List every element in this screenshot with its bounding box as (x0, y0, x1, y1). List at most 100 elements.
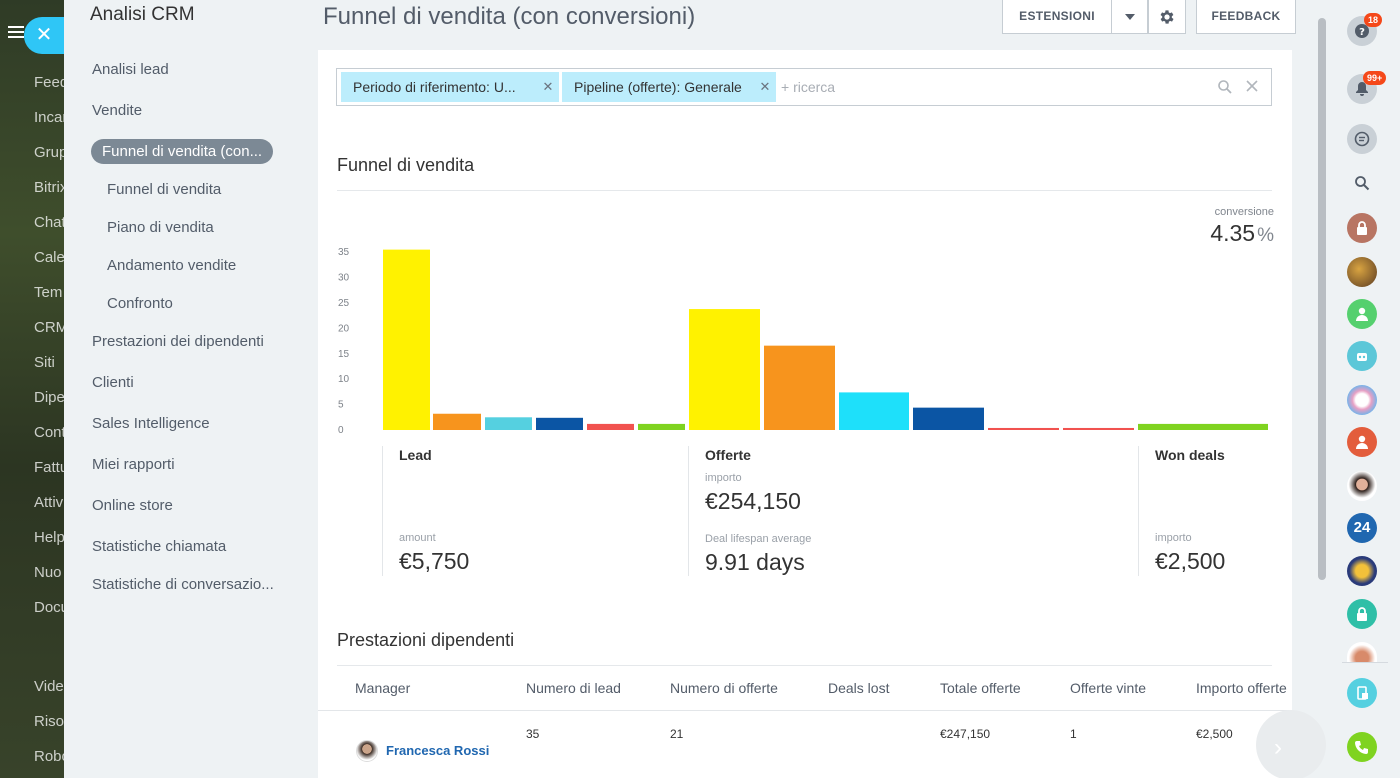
avatar[interactable] (1347, 642, 1377, 662)
group-chat-avatar[interactable] (1347, 385, 1377, 415)
funnel-bar[interactable] (1063, 427, 1134, 430)
gear-icon (1160, 10, 1174, 24)
menu-icon[interactable] (8, 26, 24, 38)
telephony-button[interactable] (1347, 678, 1377, 708)
bg-nav-item[interactable]: Grup (34, 144, 67, 161)
close-slider-button[interactable]: ✕ (24, 17, 64, 54)
bg-nav-item[interactable]: Dipe (34, 389, 65, 406)
metric-label: importo (1155, 532, 1192, 544)
lock-chat-button[interactable] (1347, 213, 1377, 243)
bg-nav-item[interactable]: Attiv (34, 494, 63, 511)
feedback-button[interactable]: FEEDBACK (1196, 0, 1296, 34)
menu-item-sales-trend[interactable]: Andamento vendite (107, 257, 236, 274)
bg-nav-item[interactable]: Nuo (34, 564, 62, 581)
bg-nav-item[interactable]: Tem (34, 284, 62, 301)
filter-chip-label: Periodo di riferimento: U... (353, 79, 516, 95)
clear-icon[interactable] (1245, 79, 1259, 93)
scroll-right-button[interactable]: › (1256, 710, 1326, 778)
manager-link[interactable]: Francesca Rossi (386, 743, 489, 758)
y-tick-label: 20 (338, 323, 350, 334)
column-header[interactable]: Deals lost (828, 680, 889, 696)
chat-button[interactable] (1347, 124, 1377, 154)
filter-chip-period[interactable]: Periodo di riferimento: U... ✕ (341, 72, 559, 102)
conversion-label: conversione (1214, 206, 1274, 218)
call-button[interactable] (1347, 732, 1377, 762)
menu-item-sales-funnel[interactable]: Funnel di vendita (107, 181, 221, 198)
group-chat-avatar[interactable] (1347, 341, 1377, 371)
report-card: Periodo di riferimento: U... ✕ Pipeline … (318, 50, 1326, 778)
lock-icon (1357, 607, 1367, 621)
funnel-bar[interactable] (433, 413, 481, 430)
settings-button[interactable] (1148, 0, 1186, 34)
column-header[interactable]: Manager (355, 680, 410, 696)
cell-offers[interactable]: 21 (670, 727, 683, 741)
menu-item-call-stats[interactable]: Statistiche chiamata (92, 538, 226, 555)
search-icon[interactable] (1217, 79, 1233, 95)
user-chat-button[interactable] (1347, 299, 1377, 329)
filter-chip-pipeline[interactable]: Pipeline (offerte): Generale ✕ (562, 72, 776, 102)
menu-item-sales[interactable]: Vendite (92, 102, 142, 119)
funnel-title: Funnel di vendita (337, 155, 475, 175)
close-icon[interactable]: ✕ (758, 72, 772, 102)
column-header[interactable]: Totale offerte (940, 680, 1021, 696)
menu-title: Analisi CRM (90, 4, 195, 25)
column-header[interactable]: Numero di lead (526, 680, 621, 696)
menu-item-lead-analytics[interactable]: Analisi lead (92, 61, 169, 78)
bitrix24-button[interactable]: 24 (1347, 513, 1377, 543)
metric-value: €254,150 (705, 488, 801, 514)
notifications-button[interactable]: 99+ (1347, 71, 1387, 104)
extensions-button[interactable]: ESTENSIONI (1002, 0, 1112, 34)
y-tick-label: 25 (338, 298, 350, 309)
funnel-bar[interactable] (913, 407, 984, 430)
menu-item-my-reports[interactable]: Miei rapporti (92, 456, 175, 473)
bg-nav-item[interactable]: Cont (34, 424, 66, 441)
notifications-badge: 99+ (1363, 71, 1387, 85)
menu-item-sales-intelligence[interactable]: Sales Intelligence (92, 415, 210, 432)
funnel-bar[interactable] (689, 309, 760, 430)
funnel-bar[interactable] (536, 417, 583, 430)
column-header[interactable]: Numero di offerte (670, 680, 778, 696)
column-header[interactable]: Importo offerte (1196, 680, 1287, 696)
user-chat-button[interactable] (1347, 427, 1377, 457)
bg-nav-item[interactable]: Bitrix (34, 179, 67, 196)
bg-nav-item[interactable]: Siti (34, 354, 55, 371)
stage-offers: Offerte importo €254,150 Deal lifespan a… (688, 446, 1138, 576)
bg-nav-item[interactable]: Vide (34, 678, 64, 695)
menu-item-employee-performance[interactable]: Prestazioni dei dipendenti (92, 333, 264, 350)
column-header[interactable]: Offerte vinte (1070, 680, 1146, 696)
search-button[interactable] (1347, 168, 1377, 198)
funnel-bar[interactable] (587, 423, 634, 430)
bg-nav-item[interactable]: Incar (34, 109, 67, 126)
cell-leads[interactable]: 35 (526, 727, 539, 741)
scrollbar[interactable] (1318, 18, 1326, 580)
funnel-bar[interactable] (988, 427, 1059, 430)
funnel-bar[interactable] (383, 249, 430, 430)
funnel-bar[interactable] (638, 423, 685, 430)
avatar[interactable] (1347, 257, 1377, 287)
funnel-bar[interactable] (1138, 423, 1268, 430)
funnel-bar[interactable] (764, 345, 835, 430)
extensions-dropdown-button[interactable] (1111, 0, 1148, 34)
menu-item-online-store[interactable]: Online store (92, 497, 173, 514)
user-icon (1356, 435, 1368, 449)
menu-item-conversation-stats[interactable]: Statistiche di conversazio... (92, 576, 274, 593)
search-input[interactable]: + ricerca (781, 79, 835, 95)
menu-item-funnel-conversions[interactable]: Funnel di vendita (con... (91, 139, 274, 164)
close-icon[interactable]: ✕ (541, 72, 555, 102)
cell-won[interactable]: 1 (1070, 727, 1077, 741)
menu-item-sales-plan[interactable]: Piano di vendita (107, 219, 214, 236)
help-button[interactable]: ? 18 (1347, 13, 1383, 46)
funnel-bar[interactable] (485, 417, 532, 430)
menu-item-compare[interactable]: Confronto (107, 295, 173, 312)
avatar[interactable] (1347, 471, 1377, 501)
bg-nav-item[interactable]: Chat (34, 214, 66, 231)
funnel-bar[interactable] (839, 392, 909, 430)
bg-nav-item[interactable]: Help (34, 529, 65, 546)
filter-bar[interactable]: Periodo di riferimento: U... ✕ Pipeline … (336, 68, 1272, 106)
menu-item-clients[interactable]: Clienti (92, 374, 134, 391)
lock-chat-button[interactable] (1347, 599, 1377, 629)
bg-nav-item[interactable]: Cale (34, 249, 65, 266)
stage-lead: Lead amount €5,750 (382, 446, 688, 576)
group-chat-avatar[interactable] (1347, 556, 1377, 586)
bg-nav-item[interactable]: Riso (34, 713, 64, 730)
